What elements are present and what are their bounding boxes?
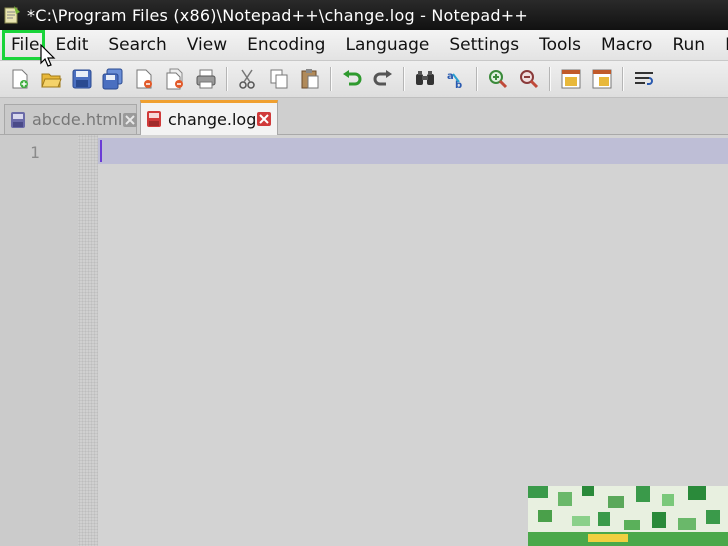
tab-label: change.log	[168, 109, 257, 129]
tab-abcde-html[interactable]: abcde.html	[4, 104, 138, 134]
menu-macro[interactable]: Macro	[591, 31, 662, 59]
word-wrap-icon[interactable]	[633, 68, 655, 90]
menu-plugins[interactable]: Plu	[715, 31, 728, 59]
tab-label: abcde.html	[32, 110, 123, 129]
menu-language[interactable]: Language	[335, 31, 439, 59]
paste-icon[interactable]	[299, 68, 321, 90]
save-all-icon[interactable]	[102, 68, 124, 90]
undo-icon[interactable]	[341, 68, 363, 90]
toolbar: ab	[0, 61, 728, 98]
fold-margin[interactable]	[78, 135, 98, 546]
menu-encoding[interactable]: Encoding	[237, 31, 335, 59]
replace-icon[interactable]: ab	[445, 68, 467, 90]
menu-settings[interactable]: Settings	[439, 31, 529, 59]
mouse-pointer-icon	[40, 44, 56, 67]
toolbar-separator	[403, 67, 405, 91]
menu-file[interactable]: File	[2, 30, 46, 60]
current-line-highlight	[98, 138, 728, 164]
menu-view[interactable]: View	[177, 31, 237, 59]
toolbar-separator	[622, 67, 624, 91]
toolbar-separator	[330, 67, 332, 91]
find-icon[interactable]	[414, 68, 436, 90]
watermark-logo	[528, 486, 728, 546]
toolbar-separator	[226, 67, 228, 91]
svg-text:a: a	[447, 71, 454, 82]
tab-close-icon[interactable]	[122, 112, 138, 128]
save-icon[interactable]	[71, 68, 93, 90]
menu-tools[interactable]: Tools	[529, 31, 591, 59]
sync-horizontal-icon[interactable]	[591, 68, 613, 90]
toolbar-separator	[476, 67, 478, 91]
copy-icon[interactable]	[268, 68, 290, 90]
tab-close-icon[interactable]	[256, 111, 272, 127]
menu-run[interactable]: Run	[662, 31, 715, 59]
document-tab-bar: abcde.html change.log	[0, 98, 728, 135]
line-number: 1	[30, 143, 40, 162]
menu-search[interactable]: Search	[98, 31, 176, 59]
tab-change-log[interactable]: change.log	[140, 100, 278, 135]
open-file-icon[interactable]	[40, 68, 62, 90]
text-caret	[100, 140, 102, 162]
close-all-icon[interactable]	[164, 68, 186, 90]
saved-document-icon	[10, 111, 26, 129]
window-title: *C:\Program Files (x86)\Notepad++\change…	[27, 5, 528, 25]
print-icon[interactable]	[195, 68, 217, 90]
unsaved-document-icon	[146, 110, 162, 128]
zoom-out-icon[interactable]	[518, 68, 540, 90]
close-icon[interactable]	[133, 68, 155, 90]
title-bar: *C:\Program Files (x86)\Notepad++\change…	[0, 0, 728, 30]
cut-icon[interactable]	[237, 68, 259, 90]
new-file-icon[interactable]	[9, 68, 31, 90]
notepad-plus-plus-app-icon[interactable]	[3, 5, 21, 25]
line-number-margin: 1	[0, 135, 78, 546]
menu-bar: File Edit Search View Encoding Language …	[0, 30, 728, 61]
redo-icon[interactable]	[372, 68, 394, 90]
zoom-in-icon[interactable]	[487, 68, 509, 90]
sync-vertical-icon[interactable]	[560, 68, 582, 90]
toolbar-separator	[549, 67, 551, 91]
editor-area[interactable]: 1	[0, 135, 728, 546]
